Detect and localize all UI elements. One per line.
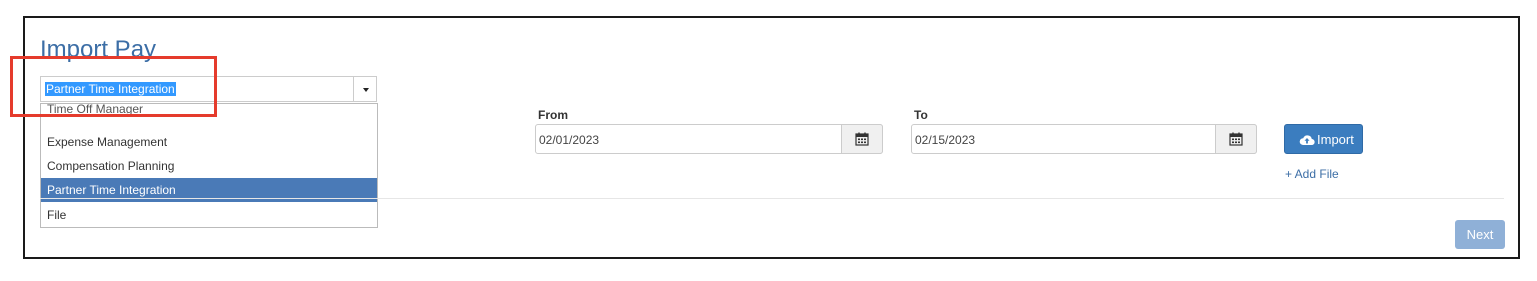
import-button[interactable]: Import [1284, 124, 1363, 154]
select-divider [353, 77, 354, 101]
to-date-field[interactable]: 02/15/2023 [911, 124, 1257, 154]
next-button[interactable]: Next [1455, 220, 1505, 249]
from-calendar-button[interactable] [841, 124, 883, 154]
from-label: From [538, 108, 568, 122]
cloud-upload-icon [1299, 135, 1315, 146]
divider [40, 198, 1504, 199]
option-compensation-planning[interactable]: Compensation Planning [41, 154, 377, 178]
option-expense-management[interactable]: Expense Management [41, 130, 377, 154]
from-date-value: 02/01/2023 [539, 133, 600, 147]
from-date-field[interactable]: 02/01/2023 [535, 124, 883, 154]
to-calendar-button[interactable] [1215, 124, 1257, 154]
to-date-value: 02/15/2023 [915, 133, 976, 147]
add-file-link[interactable]: + Add File [1285, 167, 1339, 181]
import-type-dropdown-list: Time Off Manager Expense Management Comp… [40, 103, 378, 228]
caret-down-icon[interactable] [363, 88, 369, 92]
to-label: To [914, 108, 928, 122]
calendar-icon [1229, 132, 1243, 146]
import-button-label: Import [1317, 132, 1354, 147]
annotation-highlight-box [10, 56, 217, 117]
option-file[interactable]: File [41, 203, 377, 227]
calendar-icon [855, 132, 869, 146]
